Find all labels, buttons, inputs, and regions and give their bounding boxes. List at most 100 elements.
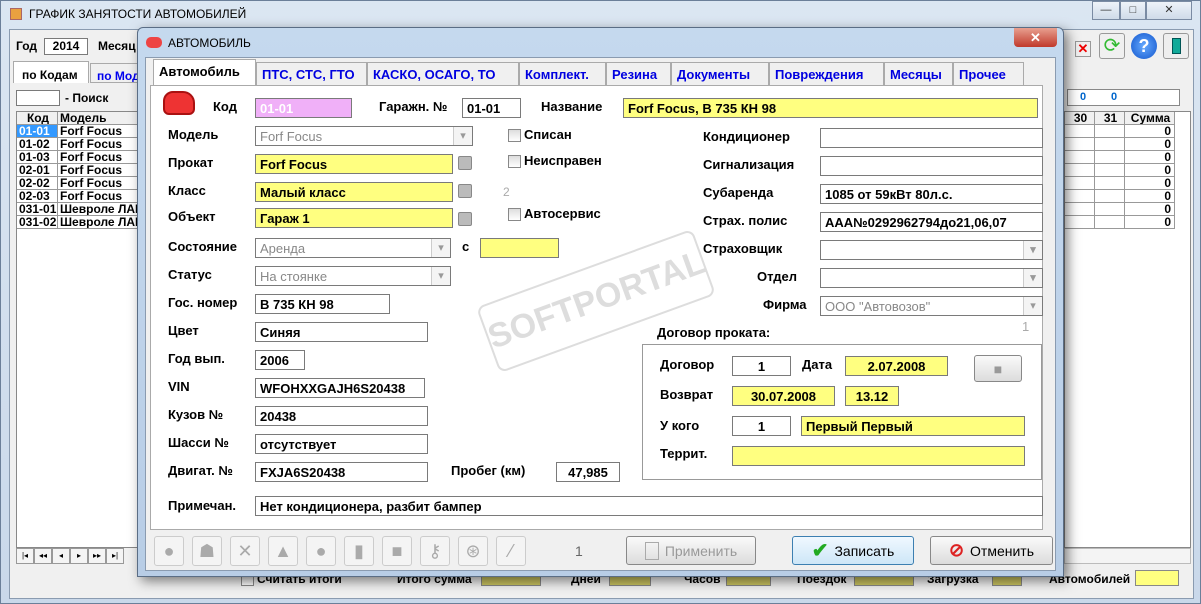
- who-input[interactable]: Первый Первый: [801, 416, 1025, 436]
- tab-7[interactable]: Месяцы: [884, 62, 953, 85]
- chassis-input[interactable]: отсутствует: [255, 434, 428, 454]
- rent-input[interactable]: Forf Focus: [255, 154, 453, 174]
- grid-cell-model[interactable]: Forf Focus: [58, 138, 140, 151]
- tab-1[interactable]: ПТС, СТС, ГТО: [256, 62, 367, 85]
- scroll-icon[interactable]: ▮: [344, 536, 374, 566]
- nav-button[interactable]: ▸▸: [88, 548, 106, 564]
- alarm-input[interactable]: [820, 156, 1043, 176]
- nav-button[interactable]: ▸: [70, 548, 88, 564]
- from-date-input[interactable]: [480, 238, 559, 258]
- wand-icon[interactable]: ⁄: [496, 536, 526, 566]
- vin-input[interactable]: WFOHXXGAJH6S20438: [255, 378, 425, 398]
- written_off-checkbox[interactable]: [508, 129, 521, 142]
- help-icon[interactable]: ?: [1131, 33, 1157, 59]
- circle-icon[interactable]: ●: [154, 536, 184, 566]
- name-input[interactable]: Forf Focus, В 735 КН 98: [623, 98, 1038, 118]
- tools-icon[interactable]: ✕: [230, 536, 260, 566]
- grid-cell-model[interactable]: Forf Focus: [58, 164, 140, 177]
- engine-input[interactable]: FXJA6S20438: [255, 462, 428, 482]
- status-input[interactable]: На стоянке: [255, 266, 451, 286]
- wheel-icon[interactable]: ⊛: [458, 536, 488, 566]
- maximize-button[interactable]: □: [1120, 1, 1146, 20]
- grid-cell-model[interactable]: Шевроле ЛАНОС: [58, 216, 140, 229]
- who-id-input[interactable]: 1: [732, 416, 791, 436]
- tab-8[interactable]: Прочее: [953, 62, 1024, 85]
- rent-lookup-button[interactable]: [458, 156, 472, 170]
- grid-cell-model[interactable]: Forf Focus: [58, 177, 140, 190]
- sublease-input[interactable]: 1085 от 59кВт 80л.с.: [820, 184, 1043, 204]
- year-input[interactable]: 2006: [255, 350, 305, 370]
- class-input[interactable]: Малый класс: [255, 182, 453, 202]
- garage-input[interactable]: 01-01: [462, 98, 521, 118]
- cancel-button[interactable]: ⊘ Отменить: [930, 536, 1053, 565]
- horizontal-scrollbar[interactable]: [1064, 548, 1191, 564]
- color-input[interactable]: Синяя: [255, 322, 428, 342]
- search-input[interactable]: [16, 90, 60, 106]
- tab-by-models[interactable]: по Мод: [97, 69, 139, 82]
- state-input[interactable]: Аренда: [255, 238, 451, 258]
- tab-5[interactable]: Документы: [671, 62, 769, 85]
- contract-input[interactable]: 1: [732, 356, 791, 376]
- grid-cell-code[interactable]: 02-03: [17, 190, 58, 203]
- object-input[interactable]: Гараж 1: [255, 208, 453, 228]
- minimize-button[interactable]: —: [1092, 1, 1120, 20]
- close-window-button[interactable]: ✕: [1146, 1, 1192, 20]
- tab-0[interactable]: Автомобиль: [153, 59, 256, 86]
- note-input[interactable]: Нет кондиционера, разбит бампер: [255, 496, 1043, 516]
- grid-cell-code[interactable]: 02-01: [17, 164, 58, 177]
- tab-by-codes[interactable]: по Кодам: [22, 68, 78, 82]
- oval-icon[interactable]: ●: [306, 536, 336, 566]
- briefcase-icon[interactable]: ■: [382, 536, 412, 566]
- insurer-input[interactable]: [820, 240, 1043, 260]
- grid-header-model[interactable]: Модель: [58, 112, 140, 125]
- grid-cell-model[interactable]: Forf Focus: [58, 190, 140, 203]
- object-lookup-button[interactable]: [458, 212, 472, 226]
- tab-4[interactable]: Резина: [606, 62, 671, 85]
- mileage-input[interactable]: 47,985: [556, 462, 620, 482]
- dialog-close-button[interactable]: ✕: [1014, 28, 1057, 47]
- date-input[interactable]: 2.07.2008: [845, 356, 948, 376]
- broken-checkbox[interactable]: [508, 155, 521, 168]
- grid-cell-code[interactable]: 01-02: [17, 138, 58, 151]
- return-date-input[interactable]: 30.07.2008: [732, 386, 835, 406]
- dept-input[interactable]: [820, 268, 1043, 288]
- grid-cell-model[interactable]: Forf Focus: [58, 125, 140, 138]
- grid-cell-model[interactable]: Forf Focus: [58, 151, 140, 164]
- tab-2[interactable]: КАСКО, ОСАГО, ТО: [367, 62, 519, 85]
- policy-input[interactable]: ААА№0292962794до21,06,07: [820, 212, 1043, 232]
- key-icon[interactable]: ⚷: [420, 536, 450, 566]
- grid-cell-code[interactable]: 031-02: [17, 216, 58, 229]
- grid-cell-code[interactable]: 02-02: [17, 177, 58, 190]
- tab-3[interactable]: Комплект.: [519, 62, 606, 85]
- model-input[interactable]: Forf Focus: [255, 126, 473, 146]
- briefcase-button[interactable]: ■: [974, 355, 1022, 382]
- class-lookup-button[interactable]: [458, 184, 472, 198]
- nav-button[interactable]: ◂: [52, 548, 70, 564]
- exit-door-icon[interactable]: [1163, 33, 1189, 59]
- profile-icon[interactable]: ☗: [192, 536, 222, 566]
- firm-input[interactable]: ООО "Автовозов": [820, 296, 1043, 316]
- grid-header-code[interactable]: Код: [17, 112, 58, 125]
- territory-input[interactable]: [732, 446, 1025, 466]
- refresh-icon[interactable]: ⟳: [1099, 33, 1125, 59]
- nav-button[interactable]: ▸|: [106, 548, 124, 564]
- triangle-icon[interactable]: ▲: [268, 536, 298, 566]
- return-time-input[interactable]: 13.12: [845, 386, 899, 406]
- apply-button[interactable]: Применить: [626, 536, 756, 565]
- grid-cell-code[interactable]: 01-03: [17, 151, 58, 164]
- tab-6[interactable]: Повреждения: [769, 62, 884, 85]
- grid-cell-model[interactable]: Шевроле ЛАНОС: [58, 203, 140, 216]
- year-input[interactable]: 2014: [44, 38, 88, 55]
- service-checkbox[interactable]: [508, 208, 521, 221]
- kod-input[interactable]: 01-01: [255, 98, 352, 118]
- delete-icon[interactable]: ✕: [1075, 41, 1091, 57]
- grid-cell-code[interactable]: 031-01: [17, 203, 58, 216]
- save-button[interactable]: ✔ Записать: [792, 536, 914, 565]
- grid-cell-code[interactable]: 01-01: [17, 125, 58, 138]
- body-input[interactable]: 20438: [255, 406, 428, 426]
- car-picture-icon: [163, 91, 195, 115]
- plate-input[interactable]: В 735 КН 98: [255, 294, 390, 314]
- nav-button[interactable]: |◂: [16, 548, 34, 564]
- ac-input[interactable]: [820, 128, 1043, 148]
- nav-button[interactable]: ◂◂: [34, 548, 52, 564]
